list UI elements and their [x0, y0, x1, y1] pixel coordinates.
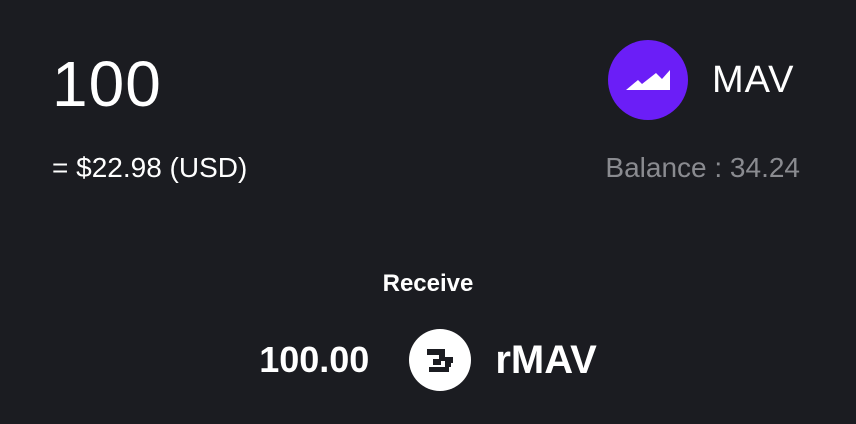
from-token-symbol: MAV [712, 58, 795, 101]
usd-value: = $22.98 (USD) [52, 152, 248, 183]
receive-amount: 100.00 [259, 339, 370, 380]
amount-input[interactable] [52, 44, 472, 124]
maverick-logo-icon [608, 40, 688, 120]
receive-token-symbol: rMAV [495, 337, 597, 382]
from-token-selector[interactable]: MAV [608, 40, 795, 120]
receive-label: Receive [382, 270, 474, 297]
rmav-logo-icon [409, 329, 472, 391]
balance-text: Balance : 34.24 [605, 152, 800, 183]
receive-row: 100.00 rMAV [0, 328, 856, 392]
